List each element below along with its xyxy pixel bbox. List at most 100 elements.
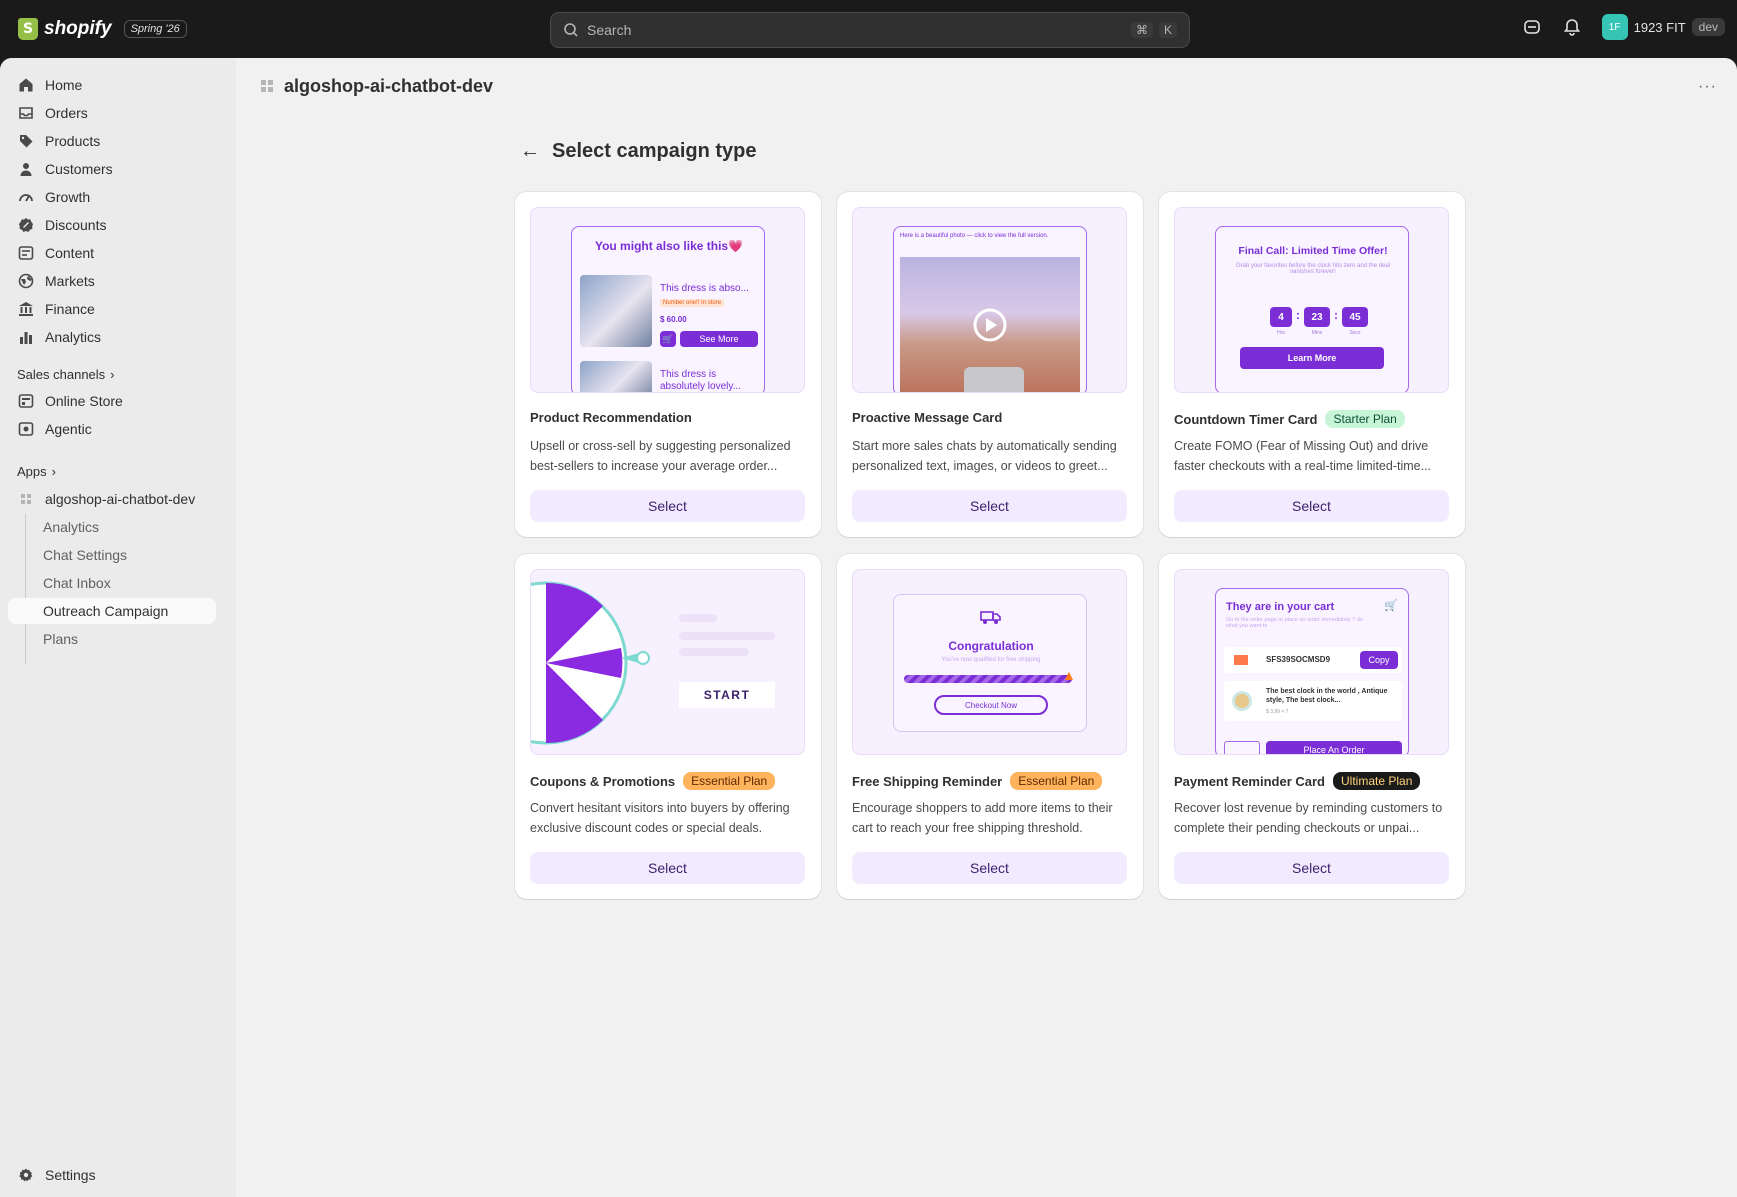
sidebar-subitem-chat-inbox[interactable]: Chat Inbox [8,570,216,596]
van-image [964,367,1024,392]
card-description: Upsell or cross-sell by suggesting perso… [530,439,791,473]
preview-item-title: This dress is abso... [660,283,749,294]
card-preview: START [530,569,805,755]
sales-channels-header[interactable]: Sales channels › [17,367,115,382]
logo-text: shopify [44,18,112,39]
campaign-card-proactive-message: Here is a beautiful photo — click to vie… [837,192,1143,537]
card-title: Payment Reminder Card [1174,773,1325,789]
card-title: Proactive Message Card [852,410,1003,425]
sidekick-icon[interactable] [1522,17,1542,37]
sidebar-item-content[interactable]: Content [8,240,216,266]
sidebar-item-markets[interactable]: Markets [8,268,216,294]
truck-icon [980,611,1001,624]
flame-icon: ▲ [1062,667,1076,683]
sidebar-item-app[interactable]: algoshop-ai-chatbot-dev [8,486,216,512]
store-switcher[interactable]: 1F 1923 FIT dev [1601,14,1725,40]
sidebar-item-label: algoshop-ai-chatbot-dev [45,491,196,507]
sidebar-subitem-analytics[interactable]: Analytics [8,514,216,540]
card-description: Recover lost revenue by reminding custom… [1174,801,1443,835]
card-title-row: Payment Reminder Card Ultimate Plan [1174,772,1421,790]
sidebar-item-finance[interactable]: Finance [8,296,216,322]
sidebar-item-agentic[interactable]: Agentic [8,416,216,442]
sidebar-item-settings[interactable]: Settings [8,1162,216,1188]
page-title-row: ← Select campaign type [520,140,757,163]
plan-badge: Essential Plan [683,772,776,790]
sidebar-item-analytics[interactable]: Analytics [8,324,216,350]
preview-heading: Congratulation [948,639,1034,653]
more-actions-icon[interactable]: ··· [1698,78,1717,96]
sidebar-item-label: Customers [45,161,113,177]
home-icon [19,78,33,92]
discount-icon [19,218,33,232]
spin-wheel-image [531,581,628,745]
progress-bar [904,675,1072,683]
bar-chart-icon [20,332,32,344]
store-name: 1923 FIT [1633,19,1686,35]
bank-icon [19,302,33,316]
timer-hrs-label: Hrs [1277,330,1285,336]
preview-start-button: START [679,682,775,708]
product-price: $ 3.99 × 7 [1266,709,1289,715]
gauge-icon [19,194,33,202]
sidebar-item-discounts[interactable]: Discounts [8,212,216,238]
select-button[interactable]: Select [852,490,1127,522]
card-title: Product Recommendation [530,410,692,425]
subitem-label: Plans [43,631,79,647]
sidebar-item-products[interactable]: Products [8,128,216,154]
cart-outline-button [1224,741,1260,754]
plan-badge: Essential Plan [1010,772,1103,790]
store-dev-tag: dev [1691,18,1725,36]
sidebar-item-orders[interactable]: Orders [8,100,216,126]
timer-seconds: 45 [1342,307,1368,327]
coupon-icon [1234,655,1248,665]
apps-header[interactable]: Apps › [17,464,56,479]
timer-minutes: 23 [1304,307,1330,327]
search-placeholder: Search [587,22,632,38]
preview-sub: Grab your favorites before the clock hit… [1235,263,1391,275]
campaign-card-coupons-promotions: START Coupons & Promotions Essential Pla… [515,554,821,899]
sidebar-item-online-store[interactable]: Online Store [8,388,216,414]
sidebar-item-label: Analytics [45,329,102,345]
sidebar-item-label: Settings [45,1167,96,1183]
bell-icon[interactable] [1562,17,1582,37]
sidebar-item-customers[interactable]: Customers [8,156,216,182]
sidebar-item-label: Orders [45,105,88,121]
sidebar-subitem-chat-settings[interactable]: Chat Settings [8,542,216,568]
select-button[interactable]: Select [852,852,1127,884]
apps-label: Apps [17,464,47,479]
back-arrow-icon[interactable]: ← [520,140,540,163]
search-bar[interactable]: Search ⌘ K [550,12,1190,48]
preview-heading: Final Call: Limited Time Offer! [1238,245,1388,257]
card-preview: Congratulation You've now qualified for … [852,569,1127,755]
preview-heading: They are in your cart [1226,601,1335,613]
preview-checkout-button: Checkout Now [934,695,1048,715]
timer-mins-label: Mins [1311,330,1323,336]
preview-phone: Final Call: Limited Time Offer! Grab you… [1215,226,1409,392]
card-title: Free Shipping Reminder [852,773,1003,789]
product-row: The best clock in the world , Antique st… [1224,681,1402,721]
select-button[interactable]: Select [530,490,805,522]
sidebar-item-label: Online Store [45,393,123,409]
sidebar-item-home[interactable]: Home [8,72,216,98]
select-button[interactable]: Select [530,852,805,884]
preview-phone: They are in your cart 🛒 Go to the order … [1215,588,1409,754]
sidebar-subitem-plans[interactable]: Plans [8,626,216,652]
sidebar-item-label: Growth [45,189,91,205]
app-icon [261,80,273,92]
timer-secs-label: Secs [1349,330,1361,336]
placeholder-line [679,614,717,622]
coupon-copy: Copy [1360,651,1398,669]
cart-icon: 🛒 [660,331,676,347]
content-icon [18,246,34,260]
select-button[interactable]: Select [1174,490,1449,522]
plan-badge: Ultimate Plan [1333,772,1421,790]
top-right-controls: 1F 1923 FIT dev [1522,14,1725,40]
subitem-label: Outreach Campaign [43,603,169,619]
preview-sub: You've now qualified for free shipping [941,657,1041,663]
shopify-logo[interactable]: shopify Spring '26 [18,18,187,40]
card-title-row: Proactive Message Card [852,410,1002,425]
sidebar-item-growth[interactable]: Growth [8,184,216,210]
preview-see-more: See More [680,331,758,347]
select-button[interactable]: Select [1174,852,1449,884]
sidebar-subitem-outreach-campaign[interactable]: Outreach Campaign [8,598,216,624]
